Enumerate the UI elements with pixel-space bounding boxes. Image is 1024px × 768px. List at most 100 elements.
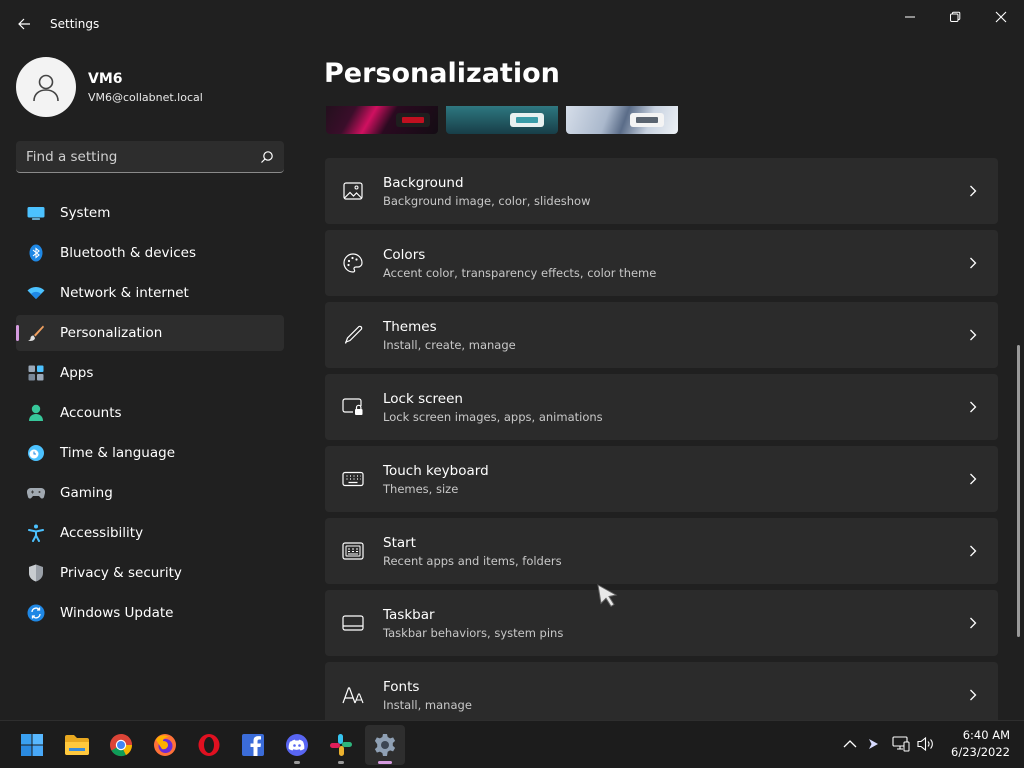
network-icon xyxy=(892,736,910,752)
sidebar-item-privacy[interactable]: Privacy & security xyxy=(16,555,284,591)
taskbar xyxy=(0,720,1024,768)
sidebar-item-system[interactable]: System xyxy=(16,195,284,231)
slack-button[interactable] xyxy=(321,725,361,765)
chevron-right-icon xyxy=(968,256,978,270)
setting-description: Themes, size xyxy=(383,482,459,496)
running-indicator xyxy=(338,761,344,764)
network-tray-button[interactable] xyxy=(890,733,912,755)
restore-button[interactable] xyxy=(932,4,978,30)
sidebar-item-label: Personalization xyxy=(60,325,163,341)
start-setting[interactable]: Start Recent apps and items, folders xyxy=(325,518,998,584)
sidebar-item-label: Accounts xyxy=(60,405,122,421)
minimize-icon xyxy=(905,16,915,18)
settings-taskbar-button[interactable] xyxy=(365,725,405,765)
avatar[interactable] xyxy=(16,57,76,117)
apps-icon xyxy=(26,363,46,383)
volume-icon xyxy=(917,736,933,752)
scrollbar[interactable] xyxy=(1017,345,1020,637)
chevron-right-icon xyxy=(968,544,978,558)
image-icon xyxy=(342,180,364,202)
sidebar-item-gaming[interactable]: Gaming xyxy=(16,475,284,511)
theme-thumbnail[interactable] xyxy=(566,106,678,134)
active-indicator xyxy=(378,761,392,764)
sidebar-item-personalization[interactable]: Personalization xyxy=(16,315,284,351)
system-icon xyxy=(26,203,46,223)
setting-title: Touch keyboard xyxy=(383,463,489,479)
back-arrow-icon xyxy=(18,18,30,30)
clock-date[interactable]: 6/23/2022 xyxy=(942,745,1010,759)
sidebar-item-label: Privacy & security xyxy=(60,565,182,581)
discord-button[interactable] xyxy=(277,725,317,765)
sidebar-item-label: Bluetooth & devices xyxy=(60,245,197,261)
opera-button[interactable] xyxy=(189,725,229,765)
search-box[interactable] xyxy=(16,141,284,173)
chrome-button[interactable] xyxy=(101,725,141,765)
start-menu-icon xyxy=(342,540,364,562)
page-title: Personalization xyxy=(324,58,560,89)
opera-icon xyxy=(198,734,220,756)
sidebar-item-time-language[interactable]: Time & language xyxy=(16,435,284,471)
firefox-button[interactable] xyxy=(145,725,185,765)
facebook-button[interactable] xyxy=(233,725,273,765)
theme-thumbnail[interactable] xyxy=(446,106,558,134)
settings-list: Background Background image, color, slid… xyxy=(325,158,998,720)
clock-time[interactable]: 6:40 AM xyxy=(952,728,1010,742)
search-icon xyxy=(261,150,273,163)
accessibility-icon xyxy=(26,523,46,543)
setting-title: Taskbar xyxy=(383,607,435,623)
close-icon xyxy=(995,11,1007,23)
show-hidden-icons-button[interactable] xyxy=(839,733,861,755)
mouse-cursor-icon xyxy=(597,584,618,607)
touch-keyboard-setting[interactable]: Touch keyboard Themes, size xyxy=(325,446,998,512)
slack-icon xyxy=(330,734,352,756)
fonts-icon xyxy=(342,684,364,706)
taskbar-setting[interactable]: Taskbar Taskbar behaviors, system pins xyxy=(325,590,998,656)
sidebar-item-windows-update[interactable]: Windows Update xyxy=(16,595,284,631)
setting-description: Lock screen images, apps, animations xyxy=(383,410,603,424)
sidebar-item-accessibility[interactable]: Accessibility xyxy=(16,515,284,551)
facebook-icon xyxy=(242,734,264,756)
app-title: Settings xyxy=(50,17,100,31)
colors-setting[interactable]: Colors Accent color, transparency effect… xyxy=(325,230,998,296)
sidebar-item-accounts[interactable]: Accounts xyxy=(16,395,284,431)
theme-thumbnail[interactable] xyxy=(326,106,438,134)
sidebar-item-label: Gaming xyxy=(60,485,113,501)
bluetooth-icon xyxy=(26,243,46,263)
search-input[interactable] xyxy=(26,148,260,165)
sidebar-item-network[interactable]: Network & internet xyxy=(16,275,284,311)
lock-screen-setting[interactable]: Lock screen Lock screen images, apps, an… xyxy=(325,374,998,440)
chrome-icon xyxy=(110,734,133,757)
brush-icon xyxy=(26,323,46,343)
sidebar-nav: System Bluetooth & devices Network & int… xyxy=(16,195,284,635)
chevron-right-icon xyxy=(968,472,978,486)
firefox-icon xyxy=(154,734,176,756)
sidebar-item-bluetooth[interactable]: Bluetooth & devices xyxy=(16,235,284,271)
keyboard-icon xyxy=(342,468,364,490)
sidebar-item-label: Time & language xyxy=(60,445,176,461)
chevron-right-icon xyxy=(968,328,978,342)
background-setting[interactable]: Background Background image, color, slid… xyxy=(325,158,998,224)
start-icon xyxy=(21,734,43,756)
sidebar-item-label: Network & internet xyxy=(60,285,189,301)
fonts-setting[interactable]: Fonts Install, manage xyxy=(325,662,998,720)
file-explorer-icon xyxy=(65,735,89,755)
start-button[interactable] xyxy=(12,725,52,765)
chevron-right-icon xyxy=(968,184,978,198)
minimize-button[interactable] xyxy=(887,4,933,30)
user-icon xyxy=(33,74,59,102)
taskbar-icon xyxy=(342,612,364,634)
tray-app-button[interactable] xyxy=(862,733,884,755)
themes-setting[interactable]: Themes Install, create, manage xyxy=(325,302,998,368)
globe-clock-icon xyxy=(26,443,46,463)
sidebar-item-apps[interactable]: Apps xyxy=(16,355,284,391)
tray-app-icon xyxy=(869,739,878,749)
update-icon xyxy=(26,603,46,623)
setting-description: Background image, color, slideshow xyxy=(383,194,591,208)
file-explorer-button[interactable] xyxy=(57,725,97,765)
close-button[interactable] xyxy=(978,4,1024,30)
chevron-right-icon xyxy=(968,400,978,414)
back-button[interactable] xyxy=(10,10,38,38)
sidebar-item-label: Windows Update xyxy=(60,605,174,621)
setting-title: Lock screen xyxy=(383,391,463,407)
volume-tray-button[interactable] xyxy=(915,733,937,755)
